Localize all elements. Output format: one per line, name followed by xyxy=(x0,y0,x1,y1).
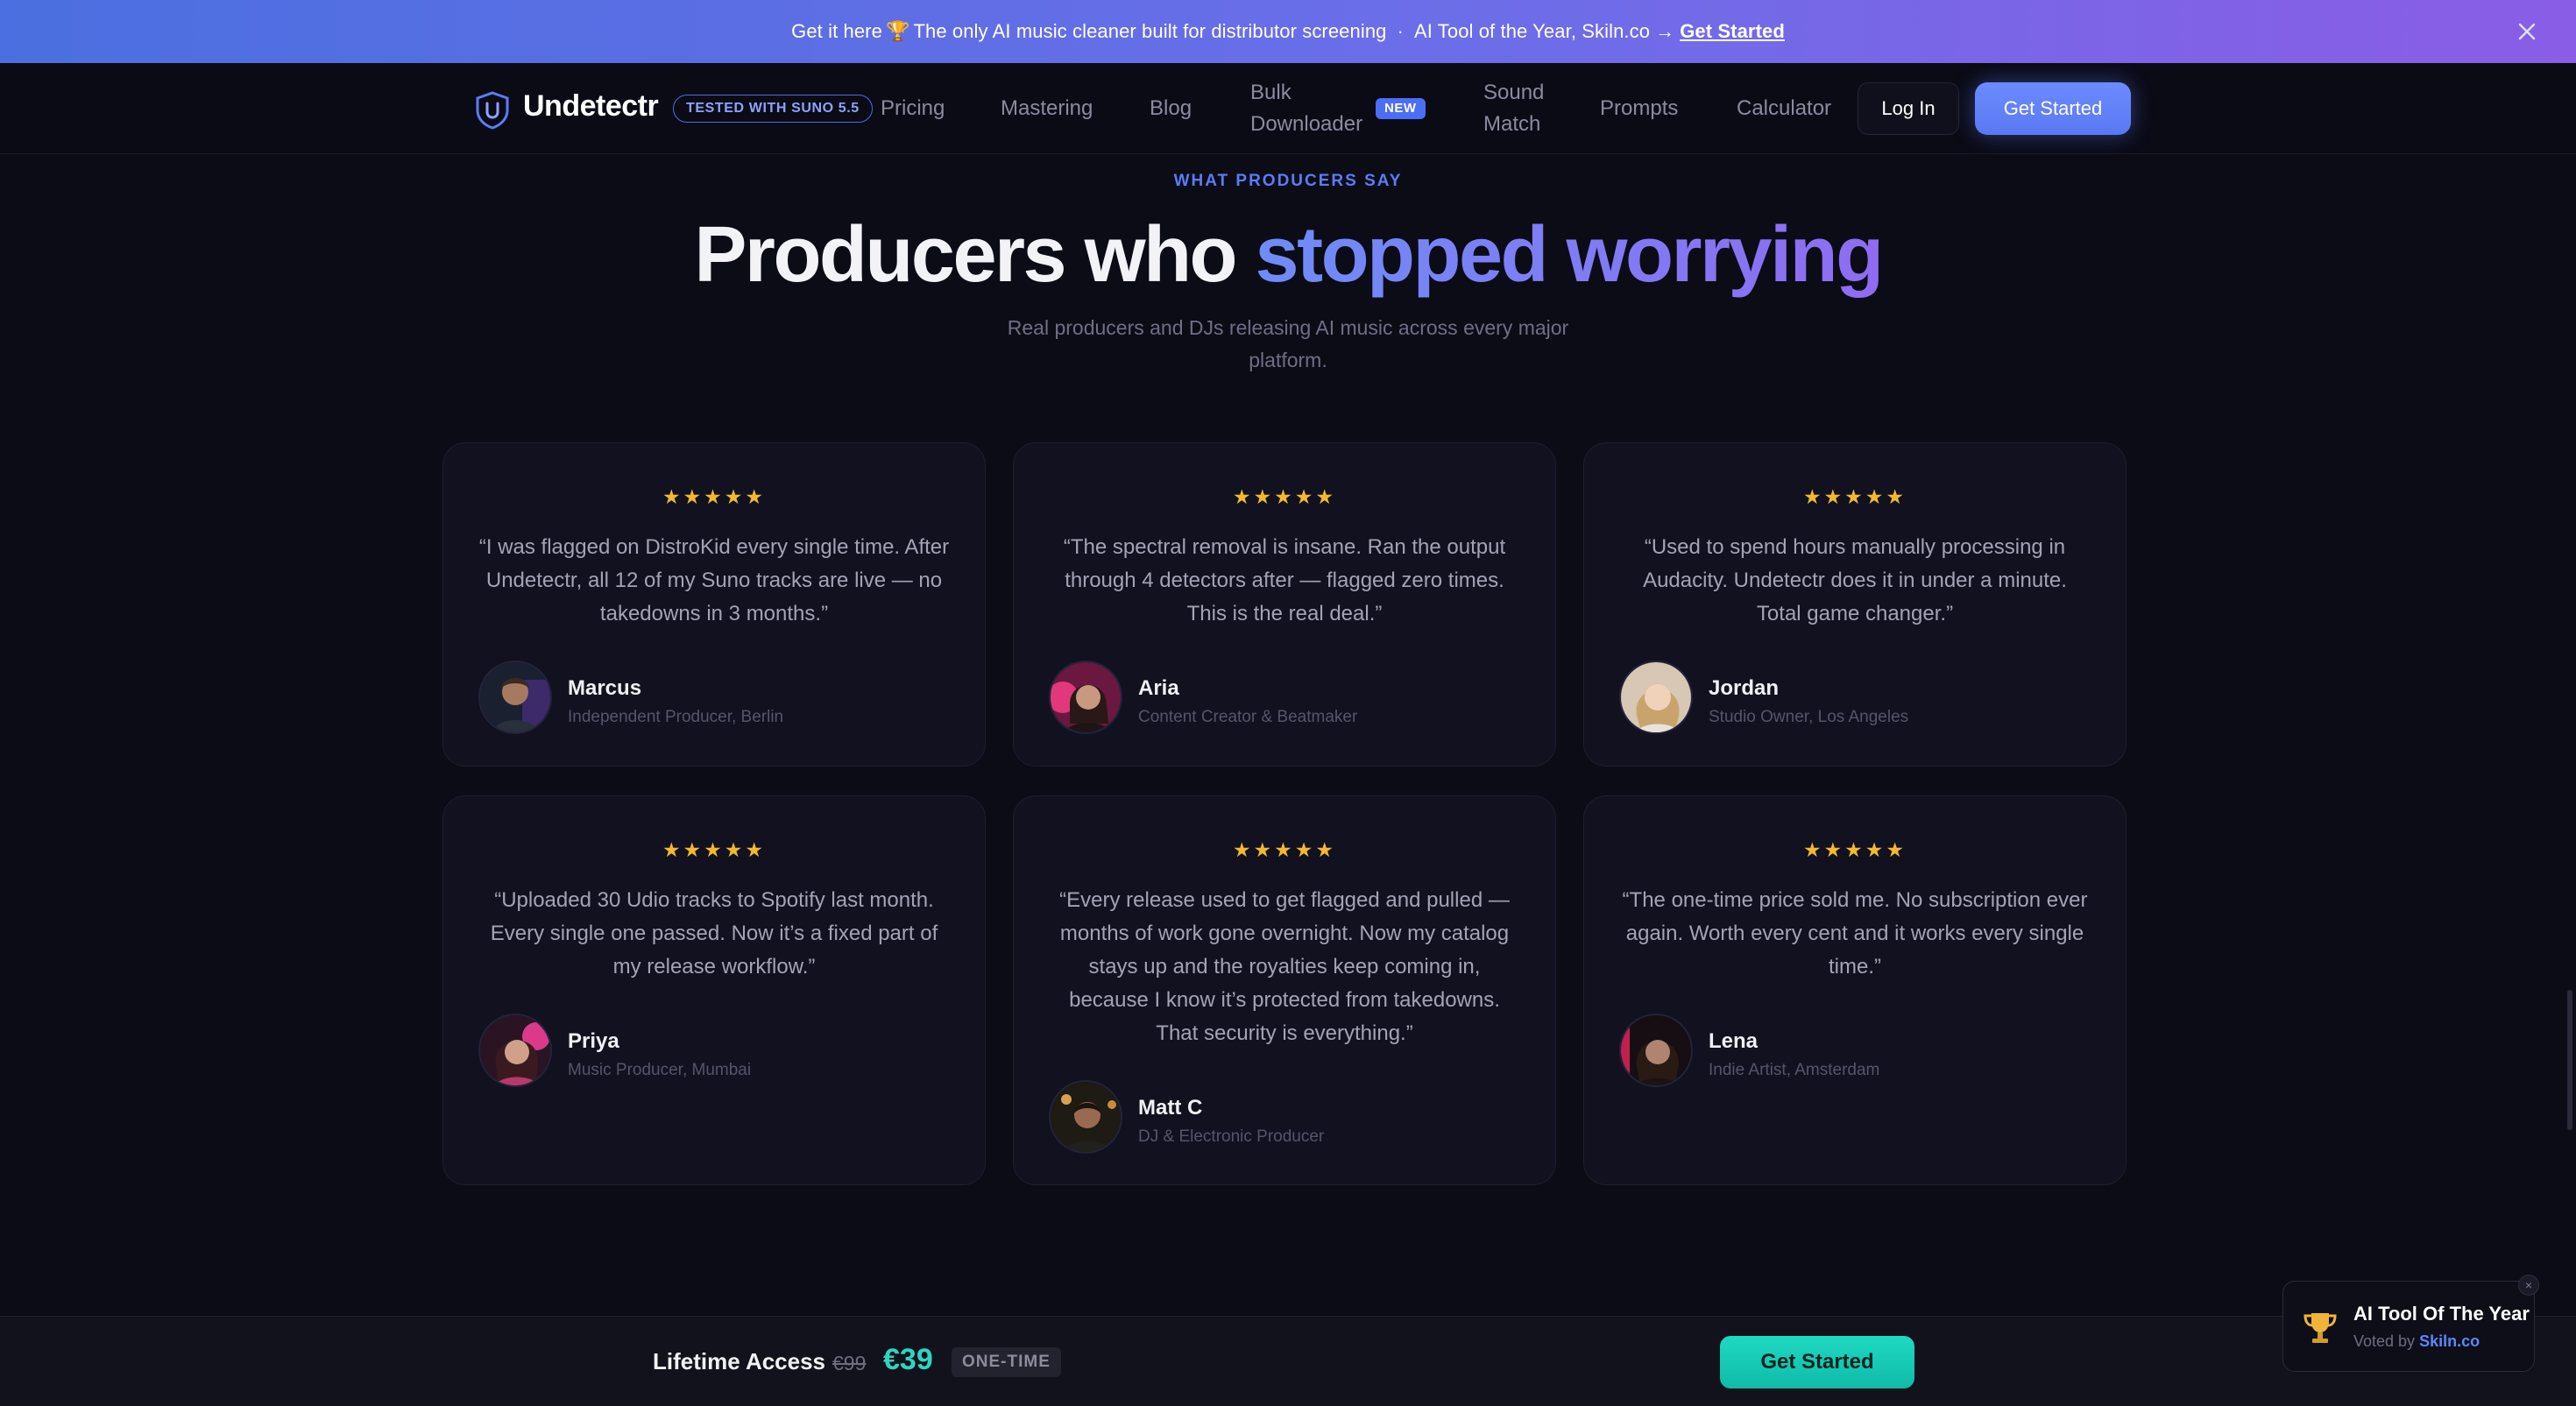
avatar xyxy=(478,661,552,734)
nav-link-bulk-line1: Bulk xyxy=(1250,81,1292,104)
reviewer-name: Aria xyxy=(1138,676,1179,700)
one-time-badge: ONE-TIME xyxy=(952,1347,1061,1377)
avatar xyxy=(1049,1080,1122,1154)
promo-award-text: AI Tool of the Year, Skiln.co xyxy=(1413,20,1651,42)
avatar xyxy=(1049,661,1122,734)
reviewer-role: Independent Producer, Berlin xyxy=(568,708,784,726)
avatar-image xyxy=(480,1015,550,1085)
avatar xyxy=(1619,661,1693,734)
testimonial-card: ★★★★★ “The one-time price sold me. No su… xyxy=(1583,795,2127,1185)
nav-link-prompts[interactable]: Prompts xyxy=(1600,93,1678,124)
reviewer-role: Content Creator & Beatmaker xyxy=(1138,708,1358,726)
brand-name[interactable]: Undetectr xyxy=(523,89,659,124)
bottom-get-started-button[interactable]: Get Started xyxy=(1720,1336,1914,1388)
avatar-image xyxy=(1621,662,1691,732)
reviewer-role: DJ & Electronic Producer xyxy=(1138,1127,1325,1146)
nav-link-pricing[interactable]: Pricing xyxy=(881,93,945,124)
new-badge: NEW xyxy=(1376,98,1426,119)
nav-link-calculator[interactable]: Calculator xyxy=(1737,93,1831,124)
reviewer-role: Indie Artist, Amsterdam xyxy=(1709,1061,1880,1079)
login-button[interactable]: Log In xyxy=(1858,82,1959,135)
award-toast[interactable]: AI Tool Of The Year Voted by Skiln.co × xyxy=(2282,1275,2539,1372)
promo-text: The only AI music cleaner built for dist… xyxy=(913,20,1387,42)
promo-get-started-link[interactable]: Get Started xyxy=(1680,20,1785,43)
nav-link-mastering[interactable]: Mastering xyxy=(1001,93,1093,124)
trophy-icon xyxy=(2304,1313,2337,1343)
testimonial-quote: “Uploaded 30 Udio tracks to Spotify last… xyxy=(490,888,938,979)
headline-accent: stopped worrying xyxy=(1255,211,1885,299)
avatar xyxy=(478,1014,552,1087)
lifetime-access-bar: Lifetime Access €99 €39 ONE-TIME Get Sta… xyxy=(0,1316,2576,1406)
star-rating: ★★★★★ xyxy=(1232,838,1337,861)
reviewer-role: Studio Owner, Los Angeles xyxy=(1709,708,1909,726)
section-headline: Producers who stopped worrying xyxy=(0,210,2576,300)
testimonial-quote: “Used to spend hours manually processing… xyxy=(1643,535,2067,625)
testimonial-quote: “The one-time price sold me. No subscrip… xyxy=(1622,888,2088,979)
testimonial-card: ★★★★★ “Every release used to get flagged… xyxy=(1013,795,1556,1185)
reviewer-name: Marcus xyxy=(568,676,642,700)
award-source-link[interactable]: Skiln.co xyxy=(2419,1332,2480,1350)
promo-arrow: → xyxy=(1655,20,1675,42)
nav-get-started-button[interactable]: Get Started xyxy=(1975,82,2131,135)
testimonial-quote: “Every release used to get flagged and p… xyxy=(1059,888,1510,1045)
reviewer-name: Jordan xyxy=(1709,676,1780,700)
section-subhead: Real producers and DJs releasing AI musi… xyxy=(1007,316,1569,371)
avatar-image xyxy=(1621,1015,1691,1085)
testimonial-card: ★★★★★ “Used to spend hours manually proc… xyxy=(1583,442,2127,767)
reviewer-name: Priya xyxy=(568,1029,619,1053)
avatar xyxy=(1619,1014,1693,1087)
reviewer-role: Music Producer, Mumbai xyxy=(568,1061,752,1079)
promo-separator: · xyxy=(1397,20,1404,42)
reviewer-name: Lena xyxy=(1709,1029,1759,1053)
avatar-image xyxy=(1051,1082,1121,1152)
award-title: AI Tool Of The Year xyxy=(2353,1303,2530,1325)
headline-plain: Producers who xyxy=(694,211,1256,299)
current-price: €39 xyxy=(883,1343,933,1376)
testimonial-card: ★★★★★ “I was flagged on DistroKid every … xyxy=(442,442,986,767)
promo-trophy-icon: 🏆 xyxy=(885,20,910,42)
nav-link-sound-line2: Match xyxy=(1483,112,1541,136)
star-rating: ★★★★★ xyxy=(1232,485,1337,508)
award-close-icon[interactable]: × xyxy=(2518,1275,2539,1296)
star-rating: ★★★★★ xyxy=(1802,485,1907,508)
star-rating: ★★★★★ xyxy=(662,485,767,508)
section-eyebrow: WHAT PRODUCERS SAY xyxy=(1173,172,1403,190)
testimonial-quote: “The spectral removal is insane. Ran the… xyxy=(1063,535,1506,625)
top-nav: Undetectr TESTED WITH SUNO 5.5 Pricing M… xyxy=(0,63,2576,154)
testimonial-card: ★★★★★ “The spectral removal is insane. R… xyxy=(1013,442,1556,767)
voted-by-label: Voted by xyxy=(2353,1332,2416,1350)
tested-badge: TESTED WITH SUNO 5.5 xyxy=(673,95,873,123)
shield-logo-icon[interactable] xyxy=(475,91,510,130)
promo-lead: Get it here xyxy=(791,20,882,42)
page-scrollbar[interactable] xyxy=(2567,990,2572,1130)
lifetime-access-label: Lifetime Access xyxy=(653,1348,826,1374)
testimonial-card: ★★★★★ “Uploaded 30 Udio tracks to Spotif… xyxy=(442,795,986,1185)
nav-link-blog[interactable]: Blog xyxy=(1150,93,1192,124)
testimonial-quote: “I was flagged on DistroKid every single… xyxy=(478,535,950,625)
star-rating: ★★★★★ xyxy=(662,838,767,861)
close-icon[interactable] xyxy=(2513,18,2541,46)
reviewer-name: Matt C xyxy=(1138,1096,1203,1120)
avatar-image xyxy=(1051,662,1121,732)
old-price: €99 xyxy=(832,1352,867,1374)
star-rating: ★★★★★ xyxy=(1802,838,1907,861)
promo-banner: Get it here 🏆 The only AI music cleaner … xyxy=(0,0,2576,63)
avatar-image xyxy=(480,662,550,732)
nav-link-sound-line1: Sound xyxy=(1483,81,1545,104)
nav-link-bulk-line2: Downloader xyxy=(1250,112,1363,136)
award-voted-by: Voted by Skiln.co xyxy=(2353,1332,2480,1351)
